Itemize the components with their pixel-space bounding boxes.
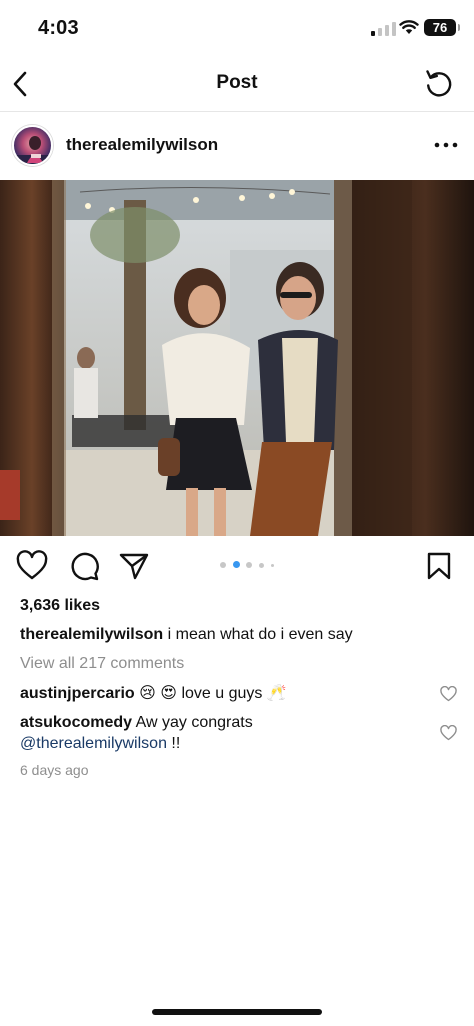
comment-text-suffix: !! [171,735,181,752]
carousel-dot [271,564,274,567]
post-caption: therealemilywilson i mean what do i even… [20,626,353,644]
comment-mention-link[interactable]: @therealemilywilson [20,735,167,752]
comment-like-heart-icon[interactable] [440,686,457,702]
post-timestamp: 6 days ago [20,762,89,778]
likes-count[interactable]: 3,636 likes [20,597,100,615]
comment-username[interactable]: austinjpercario [20,685,135,702]
share-icon[interactable] [118,550,150,582]
bookmark-icon[interactable] [423,550,455,582]
caption-text: i mean what do i even say [167,626,353,643]
view-all-comments-link[interactable]: View all 217 comments [20,655,184,673]
status-bar: 4:03 76 [0,0,474,56]
carousel-indicator [220,560,280,570]
comment-icon[interactable] [68,550,100,582]
carousel-dot [220,562,226,568]
avatar[interactable] [12,125,53,166]
carousel-dot [259,563,264,568]
more-options-icon[interactable] [432,134,460,156]
comment-username[interactable]: atsukocomedy [20,714,132,731]
comment-like-heart-icon[interactable] [440,725,457,741]
page-title: Post [216,72,258,93]
comment-text: love u guys [181,685,263,702]
post-header: therealemilywilson [0,114,474,176]
status-time: 4:03 [38,17,79,39]
post-username[interactable]: therealemilywilson [66,135,218,155]
crying-face-emoji: 😢 [139,685,156,702]
nav-bar: Post [0,56,474,112]
heart-eyes-emoji: 😍 [160,685,177,702]
heart-icon[interactable] [16,550,48,582]
caption-username[interactable]: therealemilywilson [20,626,163,643]
refresh-icon[interactable] [422,66,456,100]
comment-item: atsukocomedy Aw yay congrats @therealemi… [20,712,430,754]
clinking-glasses-emoji: 🥂 [266,685,287,702]
wifi-icon [399,20,419,34]
home-indicator[interactable] [152,1009,322,1015]
battery-indicator: 76 [424,19,460,36]
comment-text: Aw yay congrats [135,714,253,731]
post-photo[interactable] [0,180,474,536]
cellular-signal-icon [371,22,396,36]
post-actions [0,546,474,590]
carousel-dot [246,562,252,568]
carousel-dot-active [233,561,240,568]
comment-item: austinjpercario 😢 😍 love u guys 🥂 [20,683,430,704]
